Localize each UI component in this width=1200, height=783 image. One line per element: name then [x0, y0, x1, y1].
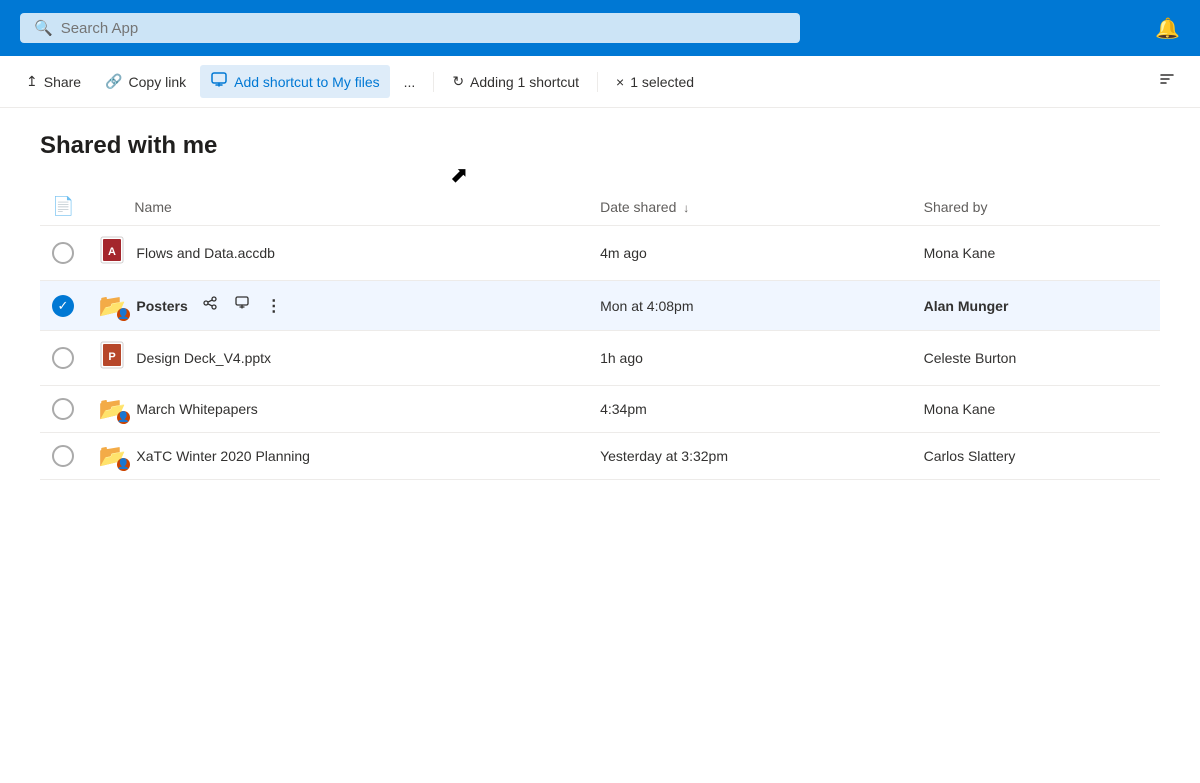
- checkbox-cell[interactable]: ✓: [40, 281, 86, 331]
- col-header-shared-by: Shared by: [912, 188, 1160, 226]
- date-shared-cell: Yesterday at 3:32pm: [588, 433, 912, 480]
- col-header-name[interactable]: Name: [86, 188, 588, 226]
- link-icon: 🔗: [105, 73, 122, 90]
- name-cell: 📂 👤 March Whitepapers: [86, 386, 588, 433]
- shared-by-cell: Mona Kane: [912, 386, 1160, 433]
- checkbox-unchecked[interactable]: [52, 445, 74, 467]
- more-button[interactable]: ...: [394, 68, 426, 96]
- checkbox-cell[interactable]: [40, 331, 86, 386]
- sort-button[interactable]: [1150, 64, 1184, 99]
- col-header-icon: 📄: [40, 188, 86, 226]
- checkbox-cell[interactable]: [40, 433, 86, 480]
- toolbar: ↥ Share 🔗 Copy link Add shortcut to My f…: [0, 56, 1200, 108]
- file-name: Design Deck_V4.pptx: [136, 350, 271, 366]
- name-cell: 📂 👤 Posters ⋮: [86, 281, 588, 331]
- shared-by-cell: Carlos Slattery: [912, 433, 1160, 480]
- share-button[interactable]: ↥ Share: [16, 67, 91, 96]
- file-name: Posters: [136, 298, 187, 314]
- row-share-button[interactable]: [198, 291, 222, 320]
- row-more-button[interactable]: ⋮: [262, 292, 287, 320]
- file-name: XaTC Winter 2020 Planning: [136, 448, 310, 464]
- table-row[interactable]: ✓ 📂 👤 Posters ⋮ Mon at: [40, 281, 1160, 331]
- add-shortcut-button[interactable]: Add shortcut to My files: [200, 65, 390, 98]
- folder-shared-icon: 📂 👤: [99, 396, 126, 422]
- sync-icon: ↻: [452, 73, 464, 90]
- name-cell: P Design Deck_V4.pptx: [86, 331, 588, 386]
- svg-text:A: A: [108, 246, 116, 258]
- file-name: Flows and Data.accdb: [136, 245, 275, 261]
- bell-icon[interactable]: 🔔: [1155, 16, 1180, 41]
- search-input[interactable]: [61, 20, 786, 37]
- shared-by-cell: Alan Munger: [912, 281, 1160, 331]
- name-cell: A Flows and Data.accdb: [86, 226, 588, 281]
- folder-shared-icon: 📂 👤: [99, 443, 126, 469]
- date-shared-cell: 4m ago: [588, 226, 912, 281]
- shared-by-cell: Mona Kane: [912, 226, 1160, 281]
- app-header: 🔍 🔔: [0, 0, 1200, 56]
- share-icon: ↥: [26, 73, 38, 90]
- date-shared-cell: 4:34pm: [588, 386, 912, 433]
- date-shared-cell: Mon at 4:08pm: [588, 281, 912, 331]
- svg-text:P: P: [109, 351, 116, 363]
- checkbox-unchecked[interactable]: [52, 347, 74, 369]
- name-cell: 📂 👤 XaTC Winter 2020 Planning: [86, 433, 588, 480]
- col-header-date[interactable]: Date shared ↓: [588, 188, 912, 226]
- file-list: 📄 Name Date shared ↓ Shared by: [40, 188, 1160, 480]
- file-name: March Whitepapers: [136, 401, 257, 417]
- sort-arrow-icon: ↓: [683, 201, 689, 215]
- search-icon: 🔍: [34, 19, 53, 37]
- selected-button[interactable]: × 1 selected: [606, 68, 704, 96]
- table-row[interactable]: 📂 👤 XaTC Winter 2020 Planning Yesterday …: [40, 433, 1160, 480]
- shortcut-icon: [210, 71, 228, 92]
- date-shared-cell: 1h ago: [588, 331, 912, 386]
- table-row[interactable]: A Flows and Data.accdb 4m ago Mona Kane: [40, 226, 1160, 281]
- main-content: Shared with me 📄 Name Date shared ↓ Shar…: [0, 108, 1200, 480]
- toolbar-separator: [433, 72, 434, 92]
- checkbox-cell[interactable]: [40, 386, 86, 433]
- adding-shortcut-status: ↻ Adding 1 shortcut: [442, 67, 589, 96]
- powerpoint-file-icon: P: [100, 341, 124, 375]
- toolbar-separator-2: [597, 72, 598, 92]
- row-shortcut-button[interactable]: [230, 291, 254, 320]
- file-header-icon: 📄: [52, 196, 74, 216]
- close-icon: ×: [616, 74, 624, 90]
- page-title: Shared with me: [40, 132, 1160, 160]
- access-file-icon: A: [100, 236, 124, 270]
- table-row[interactable]: P Design Deck_V4.pptx 1h ago Celeste Bur…: [40, 331, 1160, 386]
- checkbox-cell[interactable]: [40, 226, 86, 281]
- search-bar[interactable]: 🔍: [20, 13, 800, 43]
- folder-shared-icon: 📂 👤: [99, 293, 126, 319]
- row-actions: ⋮: [198, 291, 287, 320]
- table-row[interactable]: 📂 👤 March Whitepapers 4:34pm Mona Kane: [40, 386, 1160, 433]
- copy-link-button[interactable]: 🔗 Copy link: [95, 67, 196, 96]
- checkbox-unchecked[interactable]: [52, 398, 74, 420]
- checkbox-unchecked[interactable]: [52, 242, 74, 264]
- checkbox-checked[interactable]: ✓: [52, 295, 74, 317]
- shared-by-cell: Celeste Burton: [912, 331, 1160, 386]
